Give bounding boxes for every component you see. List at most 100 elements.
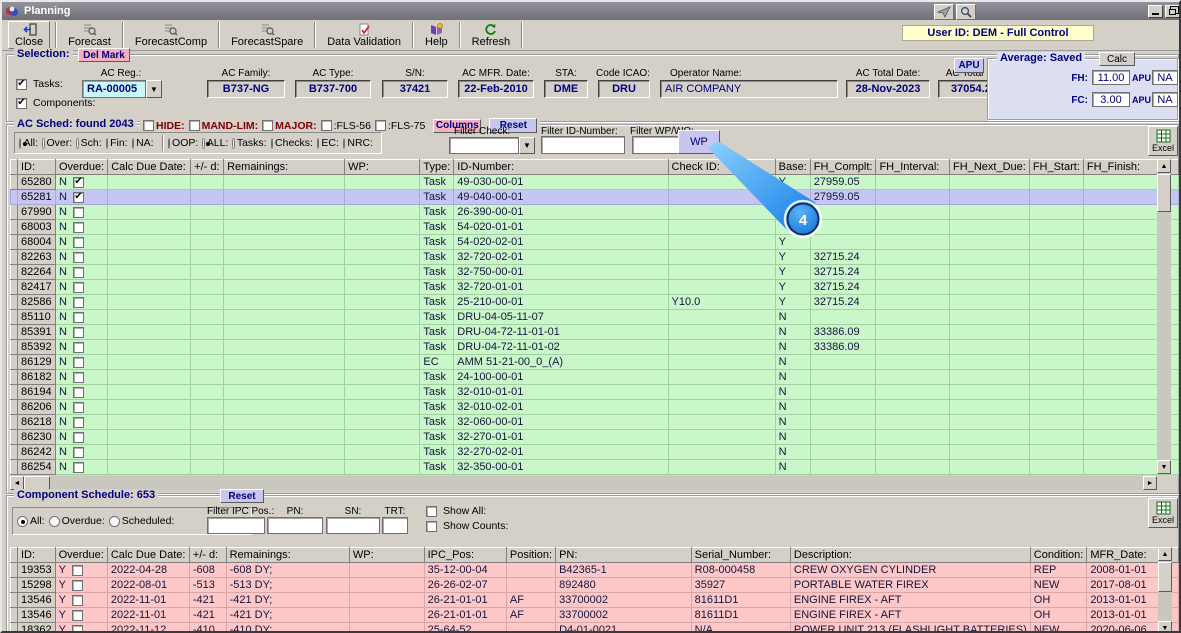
wp-button[interactable]: WP <box>678 130 720 154</box>
radio-all[interactable] <box>19 138 21 149</box>
row-checkbox[interactable] <box>73 387 84 398</box>
search-tool-button[interactable] <box>956 4 976 20</box>
column-header[interactable]: Position: <box>506 548 555 563</box>
table-row[interactable]: 86254NTask32-350-00-01N <box>11 460 1179 475</box>
filter-pn-input[interactable] <box>267 517 323 534</box>
row-checkbox[interactable] <box>73 357 84 368</box>
vertical-scrollbar[interactable]: ▲ ▼ <box>1157 159 1171 474</box>
scroll-up-button[interactable]: ▲ <box>1158 547 1172 561</box>
row-checkbox[interactable] <box>73 342 84 353</box>
column-header[interactable]: Condition: <box>1030 548 1087 563</box>
radio-sch[interactable] <box>76 138 78 149</box>
column-header[interactable]: Calc Due Date: <box>107 548 189 563</box>
radio-na[interactable] <box>132 138 134 149</box>
scrollbar-thumb[interactable] <box>1157 174 1171 212</box>
excel-export-button-2[interactable]: Excel <box>1148 498 1178 528</box>
radio-nrc[interactable] <box>343 138 345 149</box>
table-row[interactable]: 13546Y2022-11-01-421-421 DY;26-21-01-01A… <box>11 608 1179 623</box>
table-row[interactable]: 65280N✔Task49-030-00-01Y27959.05 <box>11 175 1179 190</box>
table-row[interactable]: 86230NTask32-270-01-01N <box>11 430 1179 445</box>
forecastspare-button[interactable]: ForecastSpare <box>225 21 309 49</box>
fls56-checkbox[interactable] <box>321 120 332 131</box>
restore-button[interactable] <box>1165 5 1180 18</box>
table-row[interactable]: 13546Y2022-11-01-421-421 DY;26-21-01-01A… <box>11 593 1179 608</box>
table-row[interactable]: 86182NTask24-100-00-01N <box>11 370 1179 385</box>
table-row[interactable]: 82263NTask32-720-02-01Y32715.24 <box>11 250 1179 265</box>
radio-oop[interactable] <box>168 138 170 149</box>
column-header[interactable]: Calc Due Date: <box>108 160 191 175</box>
radio-over[interactable] <box>42 138 44 149</box>
row-checkbox[interactable] <box>72 565 83 576</box>
del-mark-button[interactable]: Del Mark <box>78 48 130 62</box>
row-checkbox[interactable] <box>73 252 84 263</box>
table-row[interactable]: 85392NTaskDRU-04-72-11-01-02N33386.09 <box>11 340 1179 355</box>
column-header[interactable]: WP: <box>345 160 420 175</box>
row-checkbox[interactable] <box>73 297 84 308</box>
scrollbar-thumb[interactable] <box>1158 562 1172 592</box>
column-header[interactable]: WP: <box>349 548 424 563</box>
filter-ipc-input[interactable] <box>207 517 265 534</box>
radio-ec[interactable] <box>317 138 319 149</box>
table-row[interactable]: 67990NTask26-390-00-01 <box>11 205 1179 220</box>
row-checkbox[interactable] <box>73 402 84 413</box>
apu-button[interactable]: APU <box>954 58 984 73</box>
show-all-checkbox[interactable] <box>426 506 437 517</box>
column-header[interactable]: ID: <box>18 160 56 175</box>
table-row[interactable]: 85391NTaskDRU-04-72-11-01-01N33386.09 <box>11 325 1179 340</box>
apu-fc-value[interactable]: NA <box>1152 92 1178 107</box>
column-header[interactable]: Overdue: <box>55 548 107 563</box>
column-header[interactable]: Type: <box>420 160 454 175</box>
table-row[interactable]: 68003NTask54-020-01-01 <box>11 220 1179 235</box>
fls75-checkbox[interactable] <box>375 120 386 131</box>
forecastcomp-button[interactable]: ForecastComp <box>129 21 213 49</box>
components-checkbox[interactable]: ✔ <box>16 98 27 109</box>
radio-comp-scheduled[interactable] <box>109 516 120 527</box>
column-header[interactable]: +/- d: <box>189 548 226 563</box>
table-row[interactable]: 86206NTask32-010-02-01N <box>11 400 1179 415</box>
close-button[interactable]: Close <box>8 21 50 49</box>
column-header[interactable]: FH_Interval: <box>876 160 950 175</box>
filter-sn-input[interactable] <box>326 517 380 534</box>
table-row[interactable]: 85110NTaskDRU-04-05-11-07N <box>11 310 1179 325</box>
column-header[interactable]: +/- d: <box>191 160 224 175</box>
hide-checkbox[interactable] <box>143 120 154 131</box>
send-plan-button[interactable] <box>934 4 954 20</box>
radio-all2[interactable] <box>202 138 204 149</box>
row-checkbox[interactable] <box>73 267 84 278</box>
row-checkbox[interactable] <box>72 610 83 621</box>
scroll-right-button[interactable]: ► <box>1143 476 1157 490</box>
major-checkbox[interactable] <box>262 120 273 131</box>
row-checkbox[interactable]: ✔ <box>73 192 84 203</box>
table-row[interactable]: 19353Y2022-04-28-608-608 DY;35-12-00-04B… <box>11 563 1179 578</box>
fh-average-value[interactable]: 11.00 <box>1092 70 1130 85</box>
column-header[interactable]: ID: <box>18 548 56 563</box>
column-header[interactable]: Serial_Number: <box>691 548 790 563</box>
table-row[interactable]: 86242NTask32-270-02-01N <box>11 445 1179 460</box>
table-row[interactable]: 68004NTask54-020-02-01Y <box>11 235 1179 250</box>
calc-button[interactable]: Calc <box>1099 52 1135 66</box>
radio-fin[interactable] <box>106 138 108 149</box>
radio-checks[interactable] <box>271 138 273 149</box>
row-checkbox[interactable]: ✔ <box>73 177 84 188</box>
column-header[interactable]: PN: <box>556 548 692 563</box>
chevron-down-icon[interactable]: ▼ <box>519 137 535 154</box>
scroll-up-button[interactable]: ▲ <box>1157 159 1171 173</box>
show-counts-checkbox[interactable] <box>426 521 437 532</box>
table-row[interactable]: 82264NTask32-750-00-01Y32715.24 <box>11 265 1179 280</box>
vertical-scrollbar-2[interactable]: ▲ ▼ <box>1158 547 1172 633</box>
scroll-left-button[interactable]: ◄ <box>10 476 24 490</box>
row-checkbox[interactable] <box>73 312 84 323</box>
fc-average-value[interactable]: 3.00 <box>1092 92 1130 107</box>
row-checkbox[interactable] <box>73 417 84 428</box>
column-header[interactable]: Description: <box>790 548 1030 563</box>
chevron-down-icon[interactable]: ▼ <box>146 80 162 98</box>
horizontal-scrollbar[interactable]: ◄ ► <box>10 476 1157 490</box>
column-header[interactable]: Remainings: <box>226 548 349 563</box>
row-checkbox[interactable] <box>73 432 84 443</box>
radio-tasks[interactable] <box>232 138 234 149</box>
row-checkbox[interactable] <box>73 237 84 248</box>
row-checkbox[interactable] <box>73 222 84 233</box>
table-row[interactable]: 15298Y2022-08-01-513-513 DY;26-26-02-078… <box>11 578 1179 593</box>
radio-comp-all[interactable] <box>17 516 28 527</box>
row-checkbox[interactable] <box>73 447 84 458</box>
